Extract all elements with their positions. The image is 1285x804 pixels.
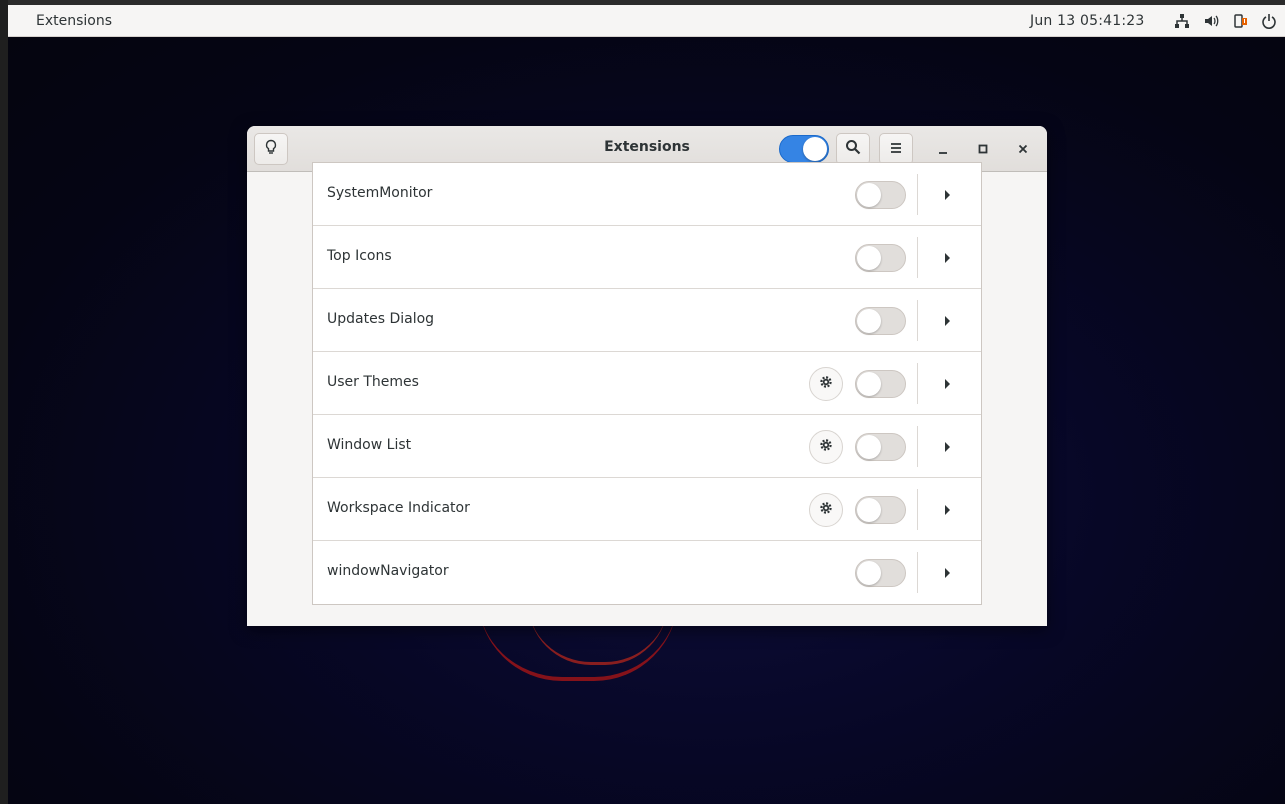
extensions-content[interactable]: SystemMonitor Top Icons Updates Dialog U… <box>247 162 1047 626</box>
switch-knob <box>857 498 881 522</box>
pan-end-icon <box>943 186 951 205</box>
pan-end-icon <box>943 501 951 520</box>
expand-button[interactable] <box>939 565 955 581</box>
separator <box>917 300 918 341</box>
expand-button[interactable] <box>939 250 955 266</box>
extension-toggle[interactable] <box>855 433 906 461</box>
extension-toggle[interactable] <box>855 496 906 524</box>
top-bar: Extensions Jun 13 05:41:23 <box>8 5 1285 37</box>
screen-edge <box>0 0 8 804</box>
hamburger-menu-icon <box>889 140 903 159</box>
expand-button[interactable] <box>939 376 955 392</box>
pan-end-icon <box>943 249 951 268</box>
separator <box>917 174 918 215</box>
volume-icon[interactable] <box>1201 11 1221 31</box>
extension-name: Window List <box>327 437 412 453</box>
switch-knob <box>857 246 881 270</box>
switch-knob <box>857 561 881 585</box>
maximize-icon <box>977 140 989 159</box>
gear-icon <box>818 437 834 457</box>
switch-knob <box>857 309 881 333</box>
extension-toggle[interactable] <box>855 181 906 209</box>
extension-toggle[interactable] <box>855 559 906 587</box>
list-item[interactable]: Updates Dialog <box>313 289 981 352</box>
close-button[interactable] <box>1011 137 1035 161</box>
expand-button[interactable] <box>939 439 955 455</box>
minimize-button[interactable] <box>931 137 955 161</box>
expand-button[interactable] <box>939 187 955 203</box>
pan-end-icon <box>943 375 951 394</box>
clock[interactable]: Jun 13 05:41:23 <box>1030 13 1144 29</box>
list-item[interactable]: windowNavigator <box>313 541 981 604</box>
pan-end-icon <box>943 312 951 331</box>
network-icon[interactable] <box>1172 11 1192 31</box>
pan-end-icon <box>943 438 951 457</box>
extension-name: SystemMonitor <box>327 185 433 201</box>
extension-name: Workspace Indicator <box>327 500 470 516</box>
list-item[interactable]: SystemMonitor <box>313 163 981 226</box>
separator <box>917 552 918 593</box>
maximize-button[interactable] <box>971 137 995 161</box>
extension-settings-button[interactable] <box>809 493 843 527</box>
switch-knob <box>803 137 827 161</box>
switch-knob <box>857 435 881 459</box>
extension-settings-button[interactable] <box>809 367 843 401</box>
expand-button[interactable] <box>939 502 955 518</box>
list-item[interactable]: Workspace Indicator <box>313 478 981 541</box>
extension-name: Top Icons <box>327 248 392 264</box>
extension-name: windowNavigator <box>327 563 449 579</box>
extensions-master-switch[interactable] <box>779 135 829 163</box>
separator <box>917 363 918 404</box>
extension-name: Updates Dialog <box>327 311 435 327</box>
list-item[interactable]: User Themes <box>313 352 981 415</box>
separator <box>917 426 918 467</box>
list-item[interactable]: Window List <box>313 415 981 478</box>
extensions-window: Extensions SystemMonitor Top Icons Updat… <box>247 126 1047 626</box>
search-button[interactable] <box>836 133 870 165</box>
close-icon <box>1017 140 1029 159</box>
extension-settings-button[interactable] <box>809 430 843 464</box>
extension-toggle[interactable] <box>855 307 906 335</box>
expand-button[interactable] <box>939 313 955 329</box>
pan-end-icon <box>943 564 951 583</box>
activities-app-menu[interactable]: Extensions <box>36 13 112 29</box>
list-item[interactable]: Top Icons <box>313 226 981 289</box>
minimize-icon <box>937 140 949 159</box>
separator <box>917 489 918 530</box>
window-title: Extensions <box>604 139 690 155</box>
extension-toggle[interactable] <box>855 370 906 398</box>
gear-icon <box>818 374 834 394</box>
extension-name: User Themes <box>327 374 419 390</box>
system-tray[interactable] <box>1172 11 1279 31</box>
switch-knob <box>857 372 881 396</box>
gear-icon <box>818 500 834 520</box>
extension-toggle[interactable] <box>855 244 906 272</box>
extensions-list: SystemMonitor Top Icons Updates Dialog U… <box>312 162 982 605</box>
power-icon[interactable] <box>1259 11 1279 31</box>
battery-icon[interactable] <box>1230 11 1250 31</box>
separator <box>917 237 918 278</box>
switch-knob <box>857 183 881 207</box>
menu-button[interactable] <box>879 133 913 165</box>
search-icon <box>845 139 861 159</box>
